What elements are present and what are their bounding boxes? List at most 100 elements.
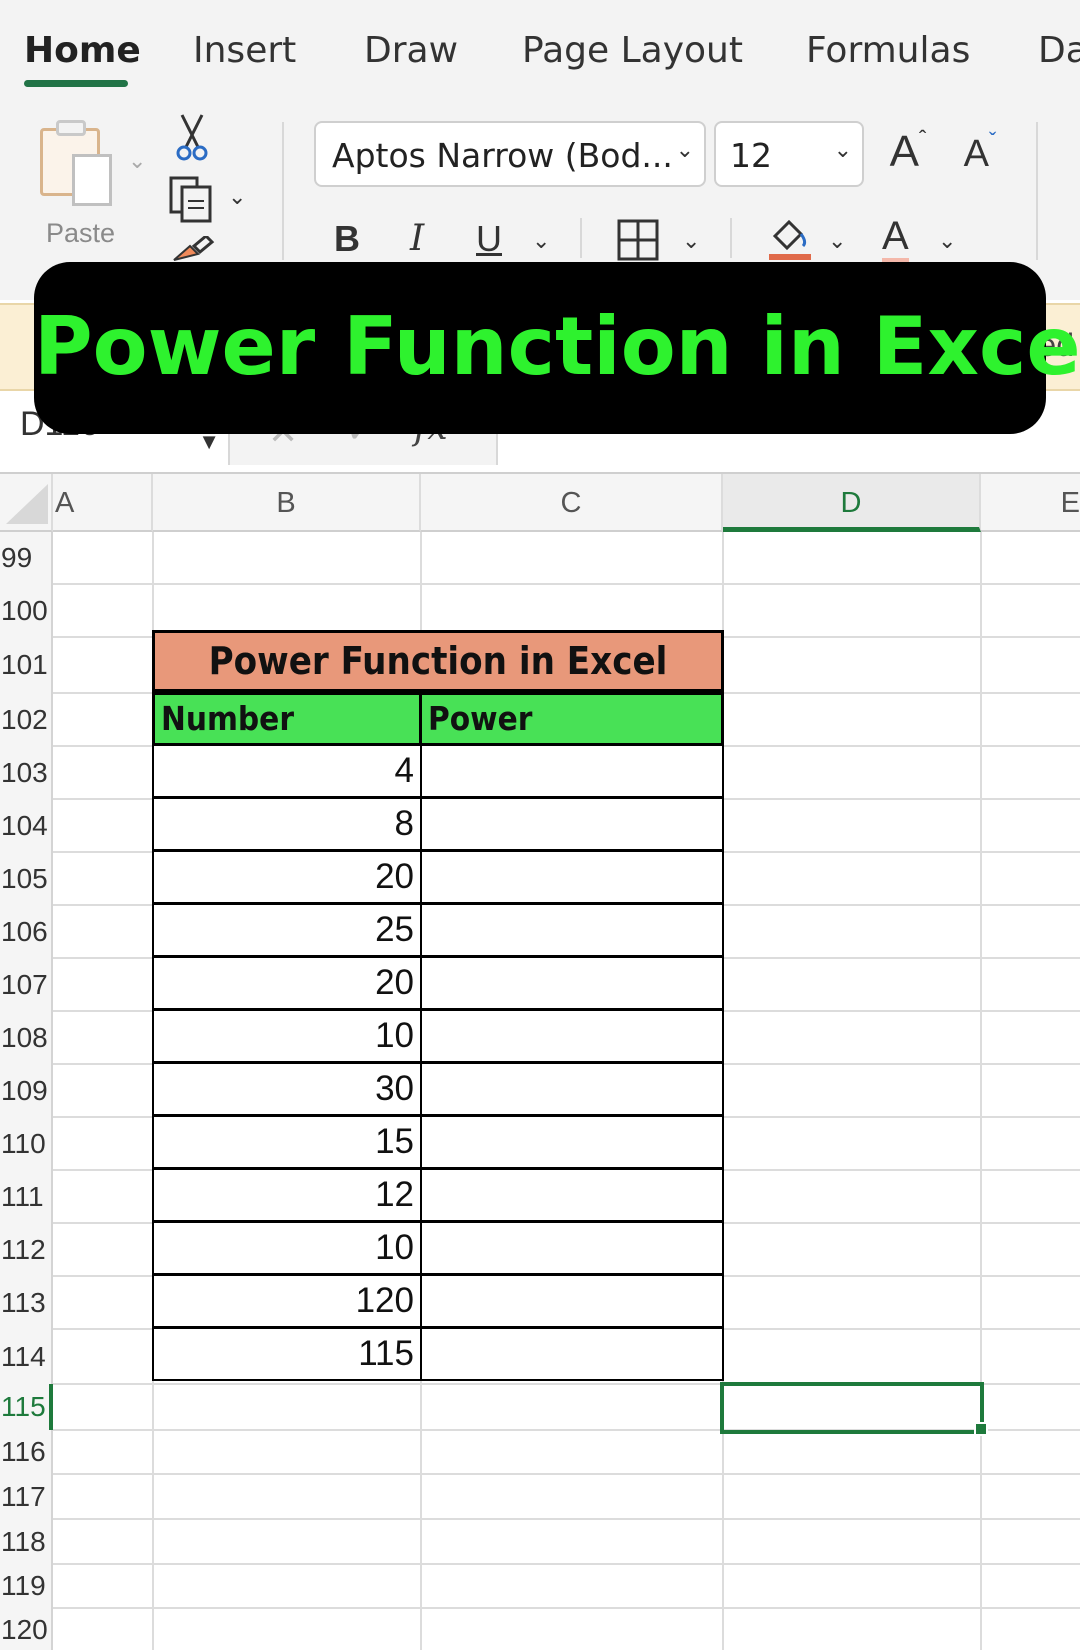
row-header-108[interactable]: 108 bbox=[0, 1011, 53, 1064]
column-header-e[interactable]: E bbox=[981, 474, 1080, 532]
font-color-button[interactable]: A bbox=[882, 214, 909, 264]
table-cell-number[interactable]: 4 bbox=[152, 744, 422, 798]
column-header-d[interactable]: D bbox=[723, 474, 981, 532]
table-cell-power[interactable] bbox=[420, 1168, 724, 1222]
table-cell-power[interactable] bbox=[420, 956, 724, 1010]
decrease-font-size-button[interactable]: Aˇ bbox=[954, 128, 1006, 180]
tab-page-layout[interactable]: Page Layout bbox=[522, 30, 743, 71]
table-cell-number[interactable]: 25 bbox=[152, 903, 422, 957]
increase-font-size-button[interactable]: Aˆ bbox=[880, 124, 936, 180]
copy-icon[interactable] bbox=[166, 174, 216, 224]
table-cell-number[interactable]: 20 bbox=[152, 956, 422, 1010]
row-header-110[interactable]: 110 bbox=[0, 1117, 53, 1170]
column-header-c[interactable]: C bbox=[421, 474, 723, 532]
row-header-120[interactable]: 120 bbox=[0, 1608, 53, 1650]
table-title[interactable]: Power Function in Excel bbox=[152, 630, 724, 692]
paste-button[interactable]: ⌄ Paste bbox=[36, 118, 146, 254]
table-cell-power[interactable] bbox=[420, 850, 724, 904]
table-cell-power[interactable] bbox=[420, 1274, 724, 1328]
column-header-b[interactable]: B bbox=[153, 474, 421, 532]
header-number[interactable]: Number bbox=[152, 692, 422, 746]
bold-button[interactable]: B bbox=[334, 218, 360, 260]
table-cell-number[interactable]: 10 bbox=[152, 1221, 422, 1275]
shrink-font-icon: A bbox=[963, 132, 990, 175]
row-header-101[interactable]: 101 bbox=[0, 637, 53, 693]
active-tab-indicator bbox=[24, 80, 128, 87]
chevron-down-icon: ⌄ bbox=[833, 137, 852, 162]
table-cell-number[interactable]: 20 bbox=[152, 850, 422, 904]
table-cell-number[interactable]: 12 bbox=[152, 1168, 422, 1222]
table-cell-number[interactable]: 10 bbox=[152, 1009, 422, 1063]
tab-formulas[interactable]: Formulas bbox=[806, 30, 970, 71]
table-cell-number[interactable]: 30 bbox=[152, 1062, 422, 1116]
font-color-chevron-icon[interactable]: ⌄ bbox=[938, 228, 956, 254]
column-divider bbox=[980, 532, 982, 1650]
table-cell-power[interactable] bbox=[420, 1327, 724, 1381]
font-name-select[interactable]: Aptos Narrow (Bod... ⌄ bbox=[314, 121, 706, 187]
borders-chevron-icon[interactable]: ⌄ bbox=[682, 228, 700, 254]
row-header-107[interactable]: 107 bbox=[0, 958, 53, 1011]
table-cell-power[interactable] bbox=[420, 797, 724, 851]
row-header-115[interactable]: 115 bbox=[0, 1384, 53, 1430]
underline-options-chevron-icon[interactable]: ⌄ bbox=[532, 228, 550, 254]
select-all-corner[interactable] bbox=[0, 474, 53, 532]
row-divider bbox=[53, 1563, 1080, 1565]
tab-data[interactable]: Da bbox=[1038, 30, 1080, 71]
table-cell-number[interactable]: 8 bbox=[152, 797, 422, 851]
row-header-103[interactable]: 103 bbox=[0, 746, 53, 799]
row-header-119[interactable]: 119 bbox=[0, 1564, 53, 1608]
paste-label: Paste bbox=[46, 218, 116, 248]
cut-scissors-icon[interactable] bbox=[170, 112, 214, 162]
copy-options-chevron-icon[interactable]: ⌄ bbox=[228, 184, 246, 210]
row-header-118[interactable]: 118 bbox=[0, 1519, 53, 1564]
active-cell-selection[interactable] bbox=[720, 1382, 984, 1434]
table-cell-power[interactable] bbox=[420, 1115, 724, 1169]
paste-options-chevron-icon[interactable]: ⌄ bbox=[128, 148, 146, 174]
row-header-112[interactable]: 112 bbox=[0, 1223, 53, 1276]
table-cell-power[interactable] bbox=[420, 1009, 724, 1063]
borders-icon[interactable] bbox=[616, 218, 660, 262]
row-header-99[interactable]: 99 bbox=[0, 532, 53, 584]
fill-color-chevron-icon[interactable]: ⌄ bbox=[828, 228, 846, 254]
row-header-113[interactable]: 113 bbox=[0, 1276, 53, 1329]
table-cell-number[interactable]: 115 bbox=[152, 1327, 422, 1381]
ribbon-divider bbox=[1036, 122, 1038, 260]
header-power[interactable]: Power bbox=[419, 692, 724, 746]
table-cell-number[interactable]: 15 bbox=[152, 1115, 422, 1169]
table-cell-power[interactable] bbox=[420, 903, 724, 957]
row-header-117[interactable]: 117 bbox=[0, 1474, 53, 1519]
table-cell-number[interactable]: 120 bbox=[152, 1274, 422, 1328]
row-divider bbox=[53, 1518, 1080, 1520]
fill-handle[interactable] bbox=[974, 1422, 988, 1436]
table-cell-power[interactable] bbox=[420, 1221, 724, 1275]
row-header-102[interactable]: 102 bbox=[0, 693, 53, 746]
row-header-100[interactable]: 100 bbox=[0, 584, 53, 637]
row-divider bbox=[53, 583, 1080, 585]
row-header-114[interactable]: 114 bbox=[0, 1329, 53, 1384]
format-painter-icon[interactable] bbox=[168, 236, 218, 262]
fill-color-bucket-icon[interactable] bbox=[766, 214, 814, 260]
banner-title: Power Function in Excel bbox=[34, 300, 1080, 393]
tab-home[interactable]: Home bbox=[24, 30, 141, 71]
underline-button[interactable]: U bbox=[476, 218, 502, 260]
font-name-value: Aptos Narrow (Bod... bbox=[332, 136, 673, 175]
tab-draw[interactable]: Draw bbox=[364, 30, 458, 71]
row-divider bbox=[53, 1607, 1080, 1609]
row-header-116[interactable]: 116 bbox=[0, 1430, 53, 1474]
row-divider bbox=[53, 1473, 1080, 1475]
title-banner: Power Function in Excel bbox=[34, 262, 1080, 434]
font-size-select[interactable]: 12 ⌄ bbox=[714, 121, 864, 187]
ribbon-tabs: Home Insert Draw Page Layout Formulas Da bbox=[0, 0, 1080, 100]
table-cell-power[interactable] bbox=[420, 744, 724, 798]
row-header-106[interactable]: 106 bbox=[0, 905, 53, 958]
row-header-109[interactable]: 109 bbox=[0, 1064, 53, 1117]
table-cell-power[interactable] bbox=[420, 1062, 724, 1116]
column-header-a[interactable]: A bbox=[53, 474, 153, 532]
row-header-104[interactable]: 104 bbox=[0, 799, 53, 852]
italic-button[interactable]: I bbox=[410, 218, 424, 259]
ribbon-divider bbox=[580, 218, 582, 258]
tab-insert[interactable]: Insert bbox=[193, 30, 296, 71]
row-header-105[interactable]: 105 bbox=[0, 852, 53, 905]
row-header-111[interactable]: 111 bbox=[0, 1170, 53, 1223]
paste-sheet-icon bbox=[72, 154, 112, 206]
